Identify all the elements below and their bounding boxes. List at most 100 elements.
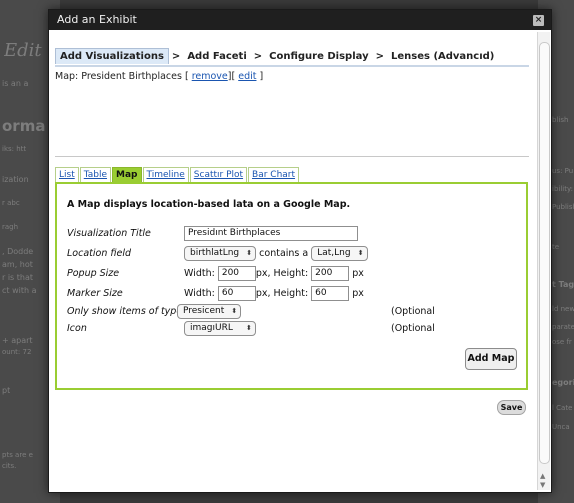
bg-text: , Dodde — [2, 247, 34, 256]
popup-width-input[interactable]: 200 — [217, 266, 256, 281]
item-type-value: Presicent — [183, 306, 225, 316]
location-field-wrap: birthlatLng ⬍ contains a Lat,Lng ⬍ — [184, 246, 368, 262]
bg-text: r is that — [2, 273, 34, 282]
panel-description: A Map displays location-based lata on a … — [67, 199, 351, 210]
scrollbar-thumb[interactable] — [539, 42, 550, 464]
bg-text: ose fr — [552, 338, 572, 346]
dialog-scrollbar[interactable]: ▲ ▼ — [537, 32, 550, 490]
save-button[interactable]: Save — [497, 400, 526, 415]
bg-text: is an a — [2, 79, 29, 88]
icon-field-select[interactable]: imagıURL ⬍ — [184, 321, 256, 336]
scroll-up-icon[interactable]: ▲ — [540, 472, 545, 480]
bg-text: pts are e — [2, 451, 33, 459]
chevron-updown-icon: ⬍ — [245, 324, 252, 332]
close-icon[interactable]: × — [533, 15, 544, 26]
marker-width-input[interactable]: 60 — [217, 286, 256, 301]
tab-scatter-plot[interactable]: Scattır Plot — [189, 167, 248, 182]
bg-text: orma — [2, 117, 46, 135]
bg-text: Publish — [552, 203, 574, 211]
px-height-label: px, Height: — [255, 268, 309, 279]
bg-text: parate — [552, 323, 574, 331]
popup-height-input[interactable]: 200 — [311, 266, 350, 281]
title-field-wrap: Presidınt Birthplaces — [184, 226, 358, 242]
section-divider — [55, 156, 529, 157]
tab-timeline[interactable]: Timeline — [142, 167, 189, 182]
px-label: px — [352, 268, 364, 279]
bg-text: blish — [552, 116, 569, 124]
bg-text: am, hot — [2, 260, 33, 269]
wizard-underline — [55, 65, 529, 67]
optional-note: (Optional — [391, 323, 435, 334]
visualization-title-input[interactable]: Presidınt Birthplaces — [184, 226, 358, 241]
optional-note: (Optional — [391, 306, 435, 317]
marker-height-input[interactable]: 60 — [311, 286, 350, 301]
edit-link[interactable]: edit — [238, 71, 256, 82]
chevron-updown-icon: ⬍ — [357, 249, 364, 257]
coordinate-type-select[interactable]: Lat,Lng ⬍ — [311, 246, 368, 261]
coordinate-type-value: Lat,Lng — [317, 248, 351, 258]
tab-map[interactable]: Map — [112, 167, 142, 182]
link-separator: ][ — [227, 71, 236, 82]
dialog-content: Add Visualizations > Add Faceti > Configure … — [49, 30, 551, 492]
bg-text: iks: htt — [2, 145, 27, 153]
visualization-name: Map: President Birthplaces [ — [55, 71, 189, 82]
map-settings-panel: A Map displays location-based lata on a … — [55, 182, 528, 390]
location-field-select[interactable]: birthlatLng ⬍ — [184, 246, 257, 261]
add-map-button[interactable]: Add Map — [465, 348, 517, 370]
visualization-type-tabs: List Table Map Timeline Scattır Plot Bar Char… — [55, 167, 300, 182]
marker-size-fields: Width: 60 px, Height: 60 px — [184, 286, 364, 302]
width-label: Width: — [184, 288, 215, 299]
tab-table[interactable]: Table — [79, 167, 112, 182]
dialog-titlebar[interactable]: Add an Exhibit × — [49, 10, 551, 30]
title-label: Visualization Title — [67, 228, 151, 239]
item-type-label: Only show items of type — [67, 306, 183, 317]
popup-size-label: Popup Size — [67, 268, 120, 279]
step-separator: > — [171, 51, 181, 62]
bg-text: t Tag — [552, 280, 574, 289]
add-exhibit-dialog: Add an Exhibit × Add Visualizations > Add … — [48, 9, 552, 493]
item-type-select[interactable]: Presicent ⬍ — [177, 304, 242, 319]
width-label: Width: — [184, 268, 215, 279]
tab-configure-display[interactable]: Configure Display — [265, 49, 372, 64]
tab-list[interactable]: List — [55, 167, 79, 182]
popup-size-fields: Width: 200 px, Height: 200 px — [184, 266, 364, 282]
icon-row: Icon imagıURL ⬍ (Optional — [67, 321, 507, 337]
tab-bar-chart[interactable]: Bar Chart — [248, 167, 300, 182]
bg-text: ount: 72 — [2, 348, 32, 356]
tab-add-facets[interactable]: Add Faceti — [183, 49, 250, 64]
contains-text: contains a — [259, 248, 309, 259]
bg-text: ization — [2, 175, 29, 184]
bg-text: ragh — [2, 223, 19, 231]
bg-text: egori — [552, 378, 574, 387]
bg-text: ibility: P — [552, 185, 574, 193]
wizard-steps: Add Visualizations > Add Faceti > Configure … — [55, 48, 498, 64]
icon-field-wrap: imagıURL ⬍ — [184, 321, 256, 337]
bracket-close: ] — [259, 71, 264, 82]
scroll-down-icon[interactable]: ▼ — [540, 481, 545, 489]
item-type-field-wrap: Presicent ⬍ — [177, 304, 242, 320]
bg-text: us: Pu — [552, 167, 574, 175]
remove-link[interactable]: remove — [192, 71, 228, 82]
current-visualization: Map: President Birthplaces [ remove][ ed… — [55, 71, 263, 82]
step-separator: > — [375, 51, 384, 62]
px-label: px — [352, 288, 364, 299]
chevron-updown-icon: ⬍ — [231, 307, 238, 315]
bg-text: r abc — [2, 199, 20, 207]
bg-text: ld new — [552, 305, 574, 313]
chevron-updown-icon: ⬍ — [246, 249, 253, 257]
icon-field-value: imagıURL — [190, 323, 233, 333]
item-type-row: Only show items of type Presicent ⬍ (Opti… — [67, 304, 507, 320]
dialog-title: Add an Exhibit — [57, 13, 137, 26]
location-field-value: birthlatLng — [190, 248, 240, 258]
tab-lenses[interactable]: Lenses (Advancıd) — [387, 49, 498, 64]
bg-text: cits. — [2, 462, 17, 470]
px-height-label: px, Height: — [255, 288, 309, 299]
tab-add-visualizations[interactable]: Add Visualizations — [55, 48, 169, 64]
bg-text: pt — [2, 386, 11, 395]
bg-text: Unca — [552, 423, 570, 431]
icon-label: Icon — [67, 323, 87, 334]
step-separator: > — [253, 51, 263, 62]
location-label: Location field — [67, 248, 132, 259]
bg-text: te — [552, 243, 560, 251]
bg-text: l Cate — [552, 404, 573, 412]
